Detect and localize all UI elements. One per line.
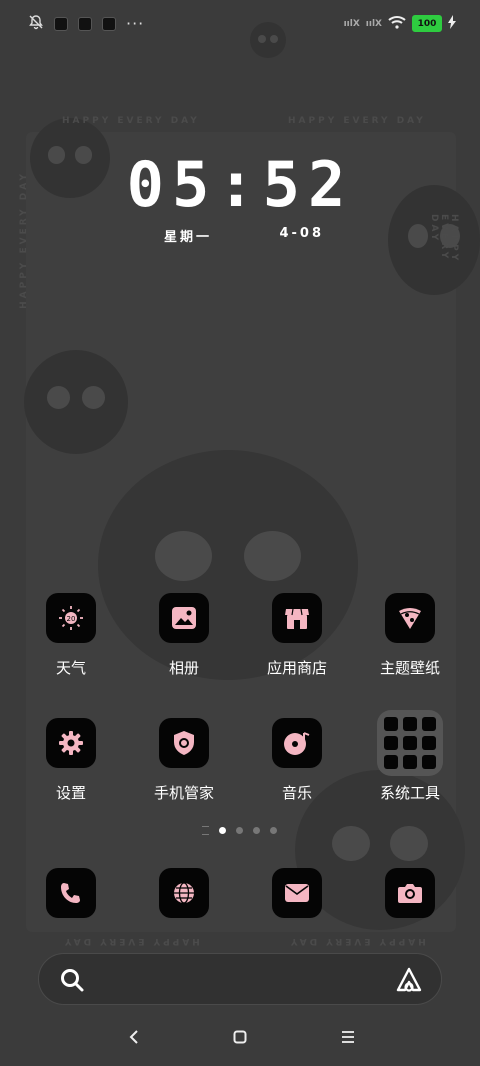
app-settings[interactable]: 设置	[21, 718, 121, 803]
status-bar: ··· ıılX ıılX 100	[0, 0, 480, 50]
page-indicator[interactable]	[202, 826, 277, 835]
assistant-icon[interactable]	[395, 966, 423, 998]
page-dot[interactable]	[236, 827, 243, 834]
store-icon	[272, 593, 322, 643]
home-button[interactable]	[220, 1022, 260, 1052]
navigation-bar	[0, 1022, 480, 1052]
widget-menu-icon[interactable]	[202, 826, 209, 835]
app-label: 主题壁纸	[379, 659, 440, 677]
clock-time[interactable]: 05:52	[0, 148, 480, 221]
menu-icon	[342, 1031, 354, 1043]
notification-app-icon	[54, 17, 68, 31]
theme-icon	[385, 593, 435, 643]
wallpaper-caption: HAPPY EVERY DAY	[288, 116, 426, 126]
app-label: 相册	[168, 659, 199, 677]
wallpaper-caption: HAPPY EVERY DAY	[62, 116, 200, 126]
folder-app-icon	[384, 717, 398, 731]
signal-icon: ıılX	[343, 18, 360, 29]
more-notifications-icon: ···	[126, 14, 145, 33]
app-label: 手机管家	[153, 784, 214, 802]
dock-phone[interactable]	[21, 868, 121, 918]
home-icon	[233, 1030, 247, 1044]
notification-app-icon	[102, 17, 116, 31]
folder-app-icon	[403, 736, 417, 750]
search-icon[interactable]	[59, 967, 85, 997]
wallpaper-caption: HAPPY EVERY DAY	[288, 936, 426, 946]
status-right: ıılX ıılX 100	[344, 14, 456, 33]
app-label: 音乐	[281, 784, 312, 802]
gallery-icon	[159, 593, 209, 643]
page-dot-active[interactable]	[219, 827, 226, 834]
app-gallery[interactable]: 相册	[134, 593, 234, 678]
browser-icon	[159, 868, 209, 918]
folder-app-icon	[422, 736, 436, 750]
back-icon	[129, 1030, 138, 1044]
wallpaper-caption: HAPPY EVERY DAY	[62, 936, 200, 946]
page-dot[interactable]	[270, 827, 277, 834]
dock-browser[interactable]	[134, 868, 234, 918]
wallpaper-soot-sprite	[24, 350, 128, 454]
wifi-icon	[388, 14, 406, 33]
music-icon	[272, 718, 322, 768]
recents-button[interactable]	[328, 1022, 368, 1052]
date-label: 4-08	[279, 226, 324, 241]
charging-icon	[448, 14, 456, 33]
security-icon	[159, 718, 209, 768]
app-label: 设置	[55, 784, 86, 802]
dock-camera[interactable]	[360, 868, 460, 918]
app-themes[interactable]: 主题壁纸	[360, 593, 460, 678]
status-left: ···	[28, 14, 144, 34]
folder-app-icon	[384, 736, 398, 750]
date-row: 星期一 4-08	[164, 226, 324, 245]
battery-indicator: 100	[412, 15, 442, 32]
mute-bell-icon	[28, 14, 44, 34]
wallpaper-caption: HAPPY EVERY DAY	[429, 214, 459, 264]
dock-messages[interactable]	[247, 868, 347, 918]
notification-app-icon	[78, 17, 92, 31]
camera-icon	[385, 868, 435, 918]
app-label: 天气	[55, 659, 86, 677]
app-security[interactable]: 手机管家	[134, 718, 234, 803]
folder-app-icon	[403, 755, 417, 769]
app-label: 系统工具	[379, 784, 440, 802]
folder-app-icon	[422, 755, 436, 769]
messages-icon	[272, 868, 322, 918]
weather-temp: 20	[67, 615, 76, 623]
app-store[interactable]: 应用商店	[247, 593, 347, 678]
folder-app-icon	[403, 717, 417, 731]
settings-icon	[46, 718, 96, 768]
page-dot[interactable]	[253, 827, 260, 834]
app-label: 应用商店	[266, 659, 327, 677]
app-weather[interactable]: 20 天气	[21, 593, 121, 678]
weekday-label: 星期一	[164, 230, 213, 245]
phone-icon	[46, 868, 96, 918]
signal-icon: ıılX	[365, 18, 382, 29]
back-button[interactable]	[114, 1022, 154, 1052]
folder-system-tools[interactable]: 系统工具	[360, 710, 460, 803]
app-music[interactable]: 音乐	[247, 718, 347, 803]
folder-icon	[377, 710, 443, 776]
folder-app-icon	[422, 717, 436, 731]
weather-icon: 20	[46, 593, 96, 643]
folder-app-icon	[384, 755, 398, 769]
search-bar[interactable]	[38, 953, 442, 1005]
